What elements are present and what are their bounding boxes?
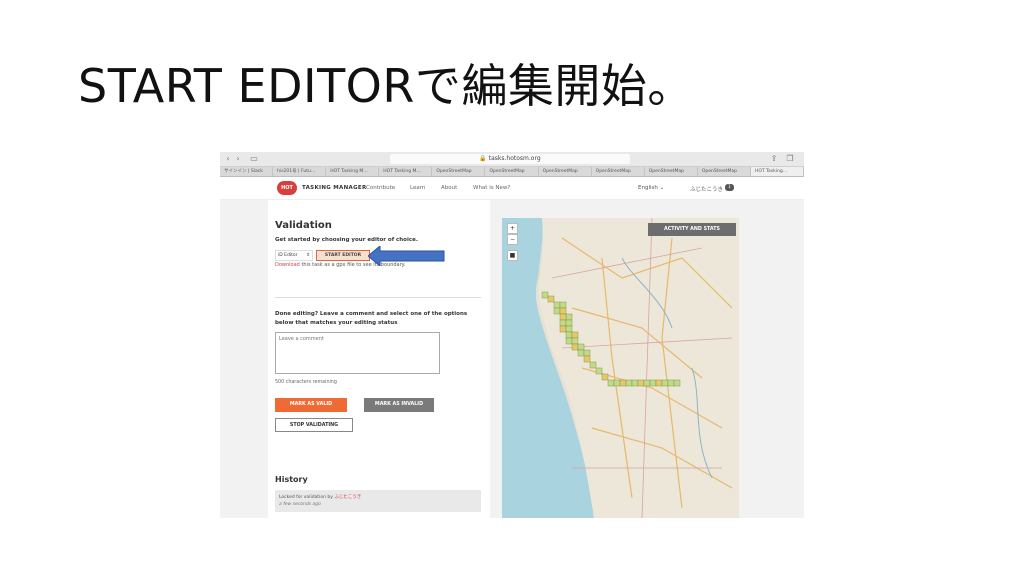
map-canvas xyxy=(502,218,739,518)
app-header: HOT TASKING MANAGER Contribute Learn Abo… xyxy=(220,177,804,200)
forward-icon[interactable]: › xyxy=(234,155,242,163)
divider xyxy=(275,297,481,298)
browser-toolbar: ‹ › ▭ 🔒 tasks.hotosm.org ⇪ ❐ xyxy=(220,152,804,167)
url-text: tasks.hotosm.org xyxy=(488,155,541,162)
chevron-down-icon: ⌄ xyxy=(659,185,665,191)
nav-whats-new[interactable]: What is New? xyxy=(473,185,510,191)
history-entry: Locked for validation by ふじたこうき a few se… xyxy=(275,490,481,512)
stop-validating-button[interactable]: STOP VALIDATING xyxy=(275,418,353,432)
history-entry-time: a few seconds ago xyxy=(279,502,321,507)
start-editor-button[interactable]: START EDITOR xyxy=(316,250,370,261)
user-name[interactable]: ふじたこうき xyxy=(690,185,723,193)
browser-tab[interactable]: his201号 | Futu… xyxy=(273,167,327,176)
browser-tabs: サインイン | Slack his201号 | Futu… HOT Taskin… xyxy=(220,167,804,177)
language-select[interactable]: English ⌄ xyxy=(638,185,664,191)
hot-logo[interactable]: HOT xyxy=(277,181,297,195)
share-icon[interactable]: ⇪ xyxy=(770,155,778,163)
editor-select-value: iD Editor xyxy=(278,253,298,258)
browser-tab[interactable]: OpenStreetMap xyxy=(645,167,698,176)
notification-badge[interactable]: 1 xyxy=(725,184,734,191)
sidebar-icon[interactable]: ▭ xyxy=(250,155,258,163)
chevron-updown-icon: ⇕ xyxy=(306,253,310,258)
browser-tab[interactable]: OpenStreetMap xyxy=(592,167,645,176)
download-link[interactable]: Download xyxy=(275,262,300,268)
nav-about[interactable]: About xyxy=(441,185,457,191)
tabs-icon[interactable]: ❐ xyxy=(786,155,794,163)
browser-tab[interactable]: OpenStreetMap xyxy=(698,167,751,176)
history-entry-text: Locked for validation by ふじたこうき xyxy=(279,494,361,500)
browser-tab[interactable]: OpenStreetMap xyxy=(432,167,486,176)
address-bar[interactable]: 🔒 tasks.hotosm.org xyxy=(390,154,630,164)
layers-icon[interactable]: ■ xyxy=(507,250,518,261)
logo-text[interactable]: TASKING MANAGER xyxy=(302,185,366,191)
nav-contribute[interactable]: Contribute xyxy=(366,185,395,191)
history-user-link[interactable]: ふじたこうき xyxy=(334,495,361,500)
back-icon[interactable]: ‹ xyxy=(224,155,232,163)
editor-select[interactable]: iD Editor ⇕ xyxy=(275,250,313,261)
slide-title: START EDITORで編集開始。 xyxy=(78,59,694,113)
screenshot: ‹ › ▭ 🔒 tasks.hotosm.org ⇪ ❐ サインイン | Sla… xyxy=(220,152,804,518)
language-label: English xyxy=(638,185,658,191)
pointer-arrow-icon xyxy=(368,246,445,266)
history-entry-prefix: Locked for validation by xyxy=(279,495,335,500)
zoom-in-button[interactable]: + xyxy=(507,223,518,234)
validation-heading: Validation xyxy=(275,220,332,231)
mark-valid-button[interactable]: MARK AS VALID xyxy=(275,398,347,412)
nav-learn[interactable]: Learn xyxy=(410,185,425,191)
done-editing-text: Done editing? Leave a comment and select… xyxy=(275,311,468,326)
browser-tab[interactable]: OpenStreetMap xyxy=(539,167,592,176)
lock-icon: 🔒 xyxy=(479,155,487,162)
browser-tab-active[interactable]: HOT Tasking… xyxy=(750,167,804,176)
mark-invalid-button[interactable]: MARK AS INVALID xyxy=(364,398,434,412)
browser-tab[interactable]: OpenStreetMap xyxy=(485,167,539,176)
history-heading: History xyxy=(275,475,308,484)
comment-textarea[interactable]: Leave a comment xyxy=(275,332,440,374)
browser-tab[interactable]: HOT Tasking M… xyxy=(326,167,380,176)
browser-tab[interactable]: サインイン | Slack xyxy=(220,167,274,176)
task-map[interactable]: + − ■ ACTIVITY AND STATS xyxy=(502,218,739,518)
activity-stats-button[interactable]: ACTIVITY AND STATS xyxy=(648,223,736,236)
chars-remaining: 500 characters remaining xyxy=(275,380,337,385)
zoom-out-button[interactable]: − xyxy=(507,234,518,245)
editor-subheading: Get started by choosing your editor of c… xyxy=(275,237,418,243)
browser-tab[interactable]: HOT Tasking M… xyxy=(379,167,433,176)
